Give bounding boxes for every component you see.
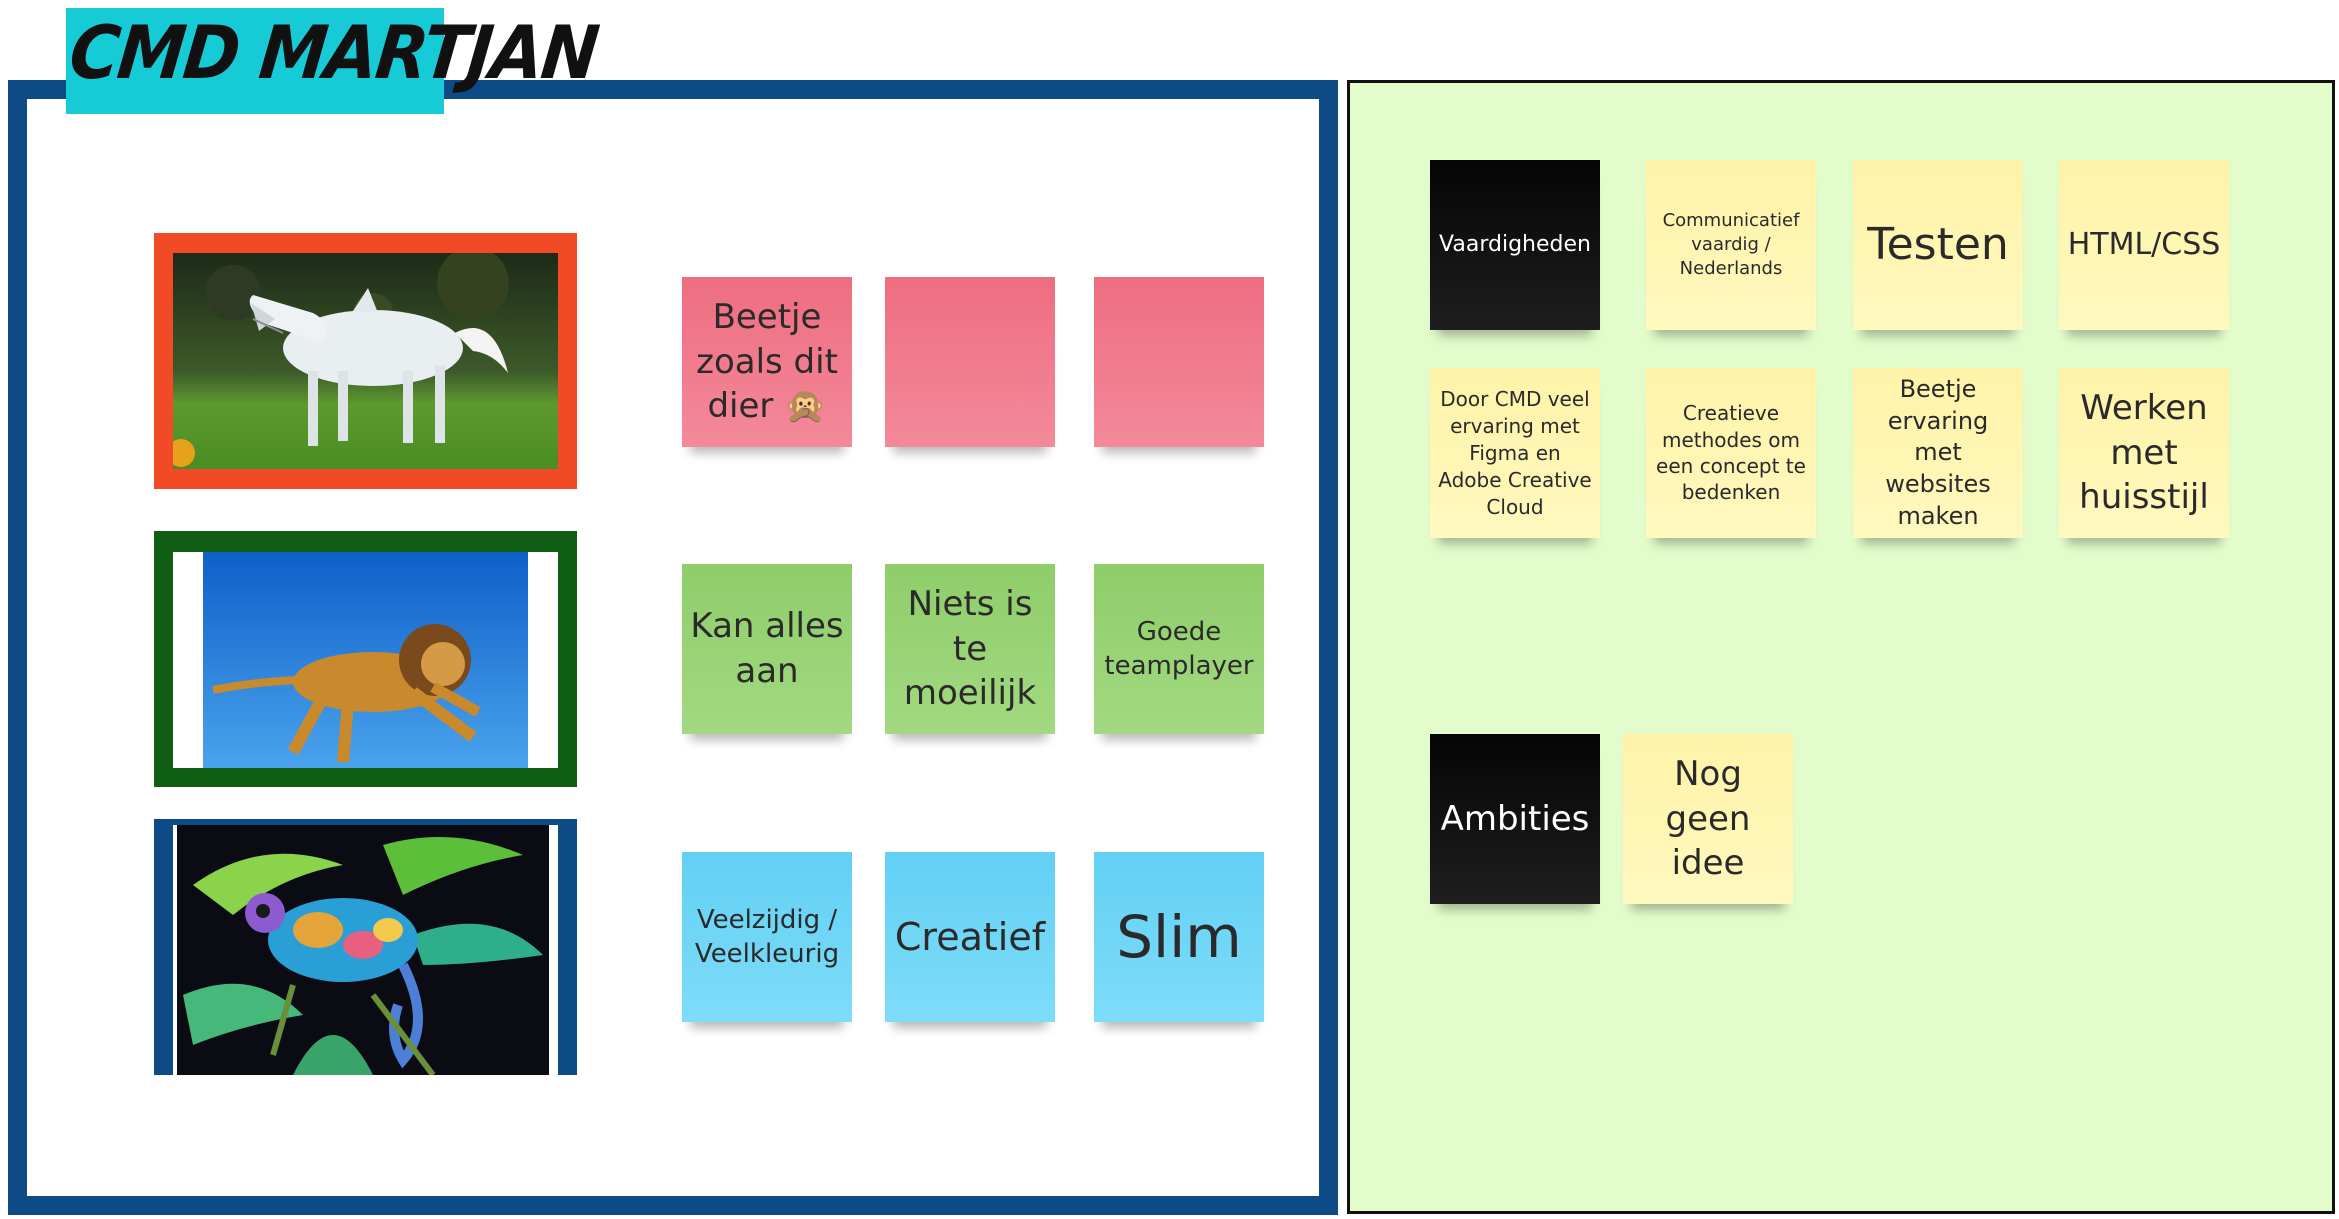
note-text: Vaardigheden [1439,232,1591,258]
note-text: Goede teamplayer [1104,616,1254,681]
note-green-2[interactable]: Niets is te moeilijk [885,564,1055,734]
note-text: Nog geen idee [1665,753,1751,884]
photo-chameleon[interactable] [154,819,577,1075]
note-text: Slim [1116,902,1242,971]
note-pink-3[interactable] [1094,277,1264,447]
photo-lion[interactable] [154,531,577,787]
note-skill-3[interactable]: HTML/CSS [2059,160,2229,330]
note-ambitions-header[interactable]: Ambities [1430,734,1600,904]
note-text: Testen [1867,218,2009,270]
note-text: Niets is te moeilijk [903,583,1037,714]
note-skill-1[interactable]: Communicatief vaardig / Nederlands [1646,160,1816,330]
note-pink-2[interactable] [885,277,1055,447]
note-text: Beetje ervaring met websites maken [1885,374,1991,530]
note-text: Door CMD veel ervaring met Figma en Adob… [1438,386,1592,519]
chameleon-image [173,825,558,1075]
note-text: Werken met huisstijl [2079,387,2209,518]
note-blue-1[interactable]: Veelzijdig / Veelkleurig [682,852,852,1022]
note-text: Kan alles aan [690,606,844,691]
note-text: Veelzijdig / Veelkleurig [694,904,840,969]
note-skill-7[interactable]: Werken met huisstijl [2059,368,2229,538]
note-text: Communicatief vaardig / Nederlands [1662,210,1800,279]
note-skill-2[interactable]: Testen [1853,160,2023,330]
note-skills-header[interactable]: Vaardigheden [1430,160,1600,330]
note-skill-4[interactable]: Door CMD veel ervaring met Figma en Adob… [1430,368,1600,538]
note-text: HTML/CSS [2067,227,2221,263]
note-skill-5[interactable]: Creatieve methodes om een concept te bed… [1646,368,1816,538]
note-pink-1[interactable]: Beetje zoals dit dier 🙊 [682,277,852,447]
photo-shark-horse[interactable] [154,233,577,489]
note-text: Creatief [894,914,1046,959]
note-blue-3[interactable]: Slim [1094,852,1264,1022]
shark-horse-image [173,253,558,469]
note-text: Beetje zoals dit dier 🙊 [696,296,838,427]
note-text: Creatieve methodes om een concept te bed… [1656,401,1806,505]
board-title-tag[interactable]: CMD MARTJAN [66,8,601,114]
note-blue-2[interactable]: Creatief [885,852,1055,1022]
lion-image [173,552,558,768]
note-ambition-1[interactable]: Nog geen idee [1623,734,1793,904]
note-text: Ambities [1440,798,1590,839]
note-green-3[interactable]: Goede teamplayer [1094,564,1264,734]
board-title: CMD MARTJAN [65,10,602,97]
note-green-1[interactable]: Kan alles aan [682,564,852,734]
note-skill-6[interactable]: Beetje ervaring met websites maken [1853,368,2023,538]
